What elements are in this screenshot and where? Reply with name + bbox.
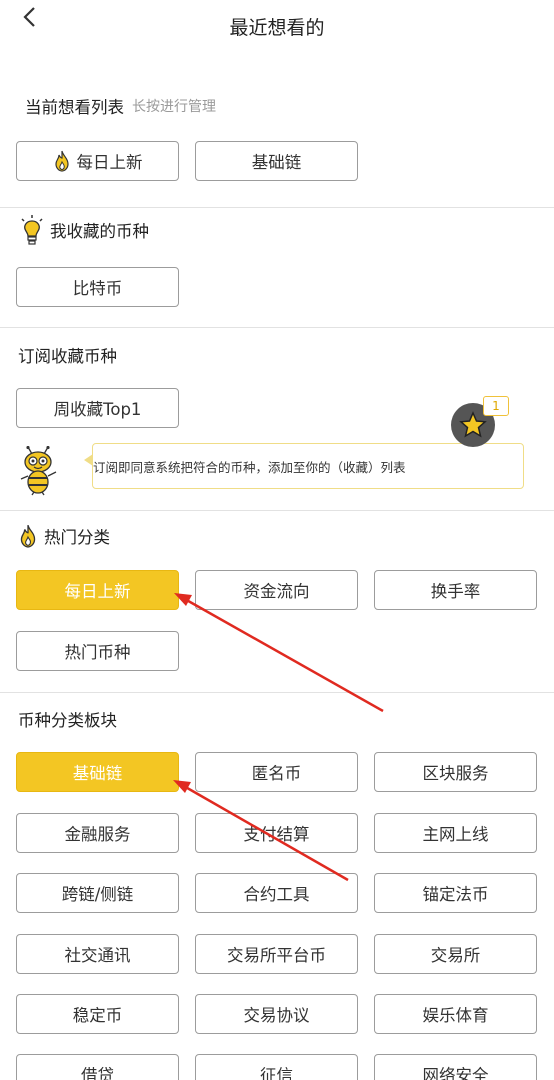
flame-icon [54, 150, 69, 172]
subscribe-item-weekly-top1[interactable]: 周收藏Top1 [16, 388, 179, 428]
subscribe-tooltip: 订阅即同意系统把符合的币种，添加至你的（收藏）列表 [84, 443, 524, 489]
current-item-base-chain[interactable]: 基础链 [195, 141, 358, 181]
chip-label: 支付结算 [243, 825, 310, 844]
category-item[interactable]: 跨链/侧链 [16, 873, 179, 913]
chip-label: 比特币 [72, 279, 123, 298]
top-bar: 最近想看的 [0, 0, 554, 52]
chip-label: 社交通讯 [64, 946, 131, 965]
hot-heading: 热门分类 [44, 528, 110, 547]
hot-item-hot-coins[interactable]: 热门币种 [16, 631, 179, 671]
chip-label: 交易协议 [243, 1006, 310, 1025]
category-item[interactable]: 交易所 [374, 934, 537, 974]
chip-label: 区块服务 [422, 764, 489, 783]
current-item-daily-new[interactable]: 每日上新 [16, 141, 179, 181]
category-item[interactable]: 基础链 [16, 752, 179, 792]
subscribe-title: 订阅收藏币种 [18, 343, 117, 367]
category-item[interactable]: 稳定币 [16, 994, 179, 1034]
chip-label: 资金流向 [243, 582, 310, 601]
chip-label: 交易所 [430, 946, 481, 965]
category-item[interactable]: 借贷 [16, 1054, 179, 1080]
chip-label: 借贷 [81, 1066, 114, 1080]
page-title: 最近想看的 [229, 17, 325, 39]
favorites-title: 我收藏的币种 [18, 214, 149, 246]
category-item[interactable]: 交易协议 [195, 994, 358, 1034]
chip-label: 基础链 [72, 764, 123, 783]
divider [0, 510, 554, 511]
category-item[interactable]: 征信 [195, 1054, 358, 1080]
categories-heading: 币种分类板块 [18, 711, 117, 730]
category-item[interactable]: 社交通讯 [16, 934, 179, 974]
bee-mascot-icon [20, 446, 57, 496]
chip-label: 主网上线 [422, 825, 489, 844]
chip-label: 每日上新 [64, 582, 131, 601]
hot-item-turnover[interactable]: 换手率 [374, 570, 537, 610]
chip-label: 征信 [260, 1066, 293, 1080]
category-item[interactable]: 娱乐体育 [374, 994, 537, 1034]
current-list-title: 当前想看列表 长按进行管理 [25, 94, 216, 118]
favorite-item-bitcoin[interactable]: 比特币 [16, 267, 179, 307]
manage-hint: 长按进行管理 [132, 99, 216, 115]
category-item[interactable]: 区块服务 [374, 752, 537, 792]
category-item[interactable]: 合约工具 [195, 873, 358, 913]
chip-label: 合约工具 [243, 885, 310, 904]
divider [0, 692, 554, 693]
category-item[interactable]: 金融服务 [16, 813, 179, 853]
divider [0, 207, 554, 208]
hot-item-daily-new[interactable]: 每日上新 [16, 570, 179, 610]
category-item[interactable]: 支付结算 [195, 813, 358, 853]
divider [0, 327, 554, 328]
chip-label: 锚定法币 [422, 885, 489, 904]
category-item[interactable]: 主网上线 [374, 813, 537, 853]
category-item[interactable]: 交易所平台币 [195, 934, 358, 974]
tooltip-tail [84, 454, 93, 466]
hot-item-fund-flow[interactable]: 资金流向 [195, 570, 358, 610]
hot-title: 热门分类 [18, 524, 110, 548]
chip-label: 每日上新 [76, 153, 143, 172]
annotation-arrow [174, 593, 384, 713]
category-item[interactable]: 网络安全 [374, 1054, 537, 1080]
chip-label: 跨链/侧链 [61, 885, 134, 904]
category-item[interactable]: 匿名币 [195, 752, 358, 792]
star-icon [459, 411, 487, 438]
flame-icon [20, 524, 36, 548]
favorites-heading: 我收藏的币种 [50, 222, 149, 241]
chip-label: 金融服务 [64, 825, 131, 844]
chip-label: 热门币种 [64, 643, 131, 662]
chip-label: 网络安全 [422, 1066, 489, 1080]
subscribe-heading: 订阅收藏币种 [18, 347, 117, 366]
chip-label: 换手率 [430, 582, 481, 601]
star-count-badge: 1 [483, 396, 509, 416]
lightbulb-icon [21, 215, 43, 245]
chip-label: 稳定币 [72, 1006, 123, 1025]
chip-label: 匿名币 [251, 764, 302, 783]
current-list-heading: 当前想看列表 [25, 98, 124, 117]
chip-label: 交易所平台币 [227, 946, 326, 965]
chip-label: 基础链 [251, 153, 302, 172]
chip-label: 周收藏Top1 [53, 400, 142, 419]
tooltip-text: 订阅即同意系统把符合的币种，添加至你的（收藏）列表 [93, 459, 406, 475]
chip-label: 娱乐体育 [422, 1006, 489, 1025]
categories-title: 币种分类板块 [18, 707, 117, 731]
category-item[interactable]: 锚定法币 [374, 873, 537, 913]
